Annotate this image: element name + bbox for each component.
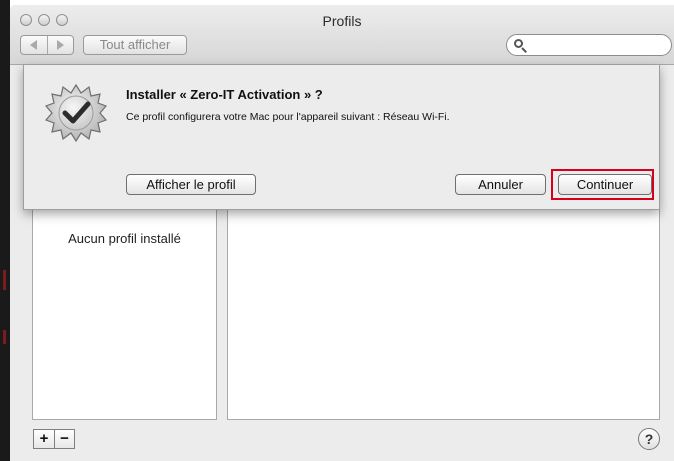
back-button[interactable] <box>21 36 47 54</box>
show-profile-button[interactable]: Afficher le profil <box>126 174 256 195</box>
profile-list[interactable]: Aucun profil installé <box>32 194 217 420</box>
search-icon <box>514 39 528 53</box>
verified-badge-icon <box>44 83 108 143</box>
sheet-title: Installer « Zero-IT Activation » ? <box>126 87 323 102</box>
continue-button[interactable]: Continuer <box>558 174 652 195</box>
search-input[interactable] <box>531 37 665 53</box>
remove-profile-button[interactable]: − <box>54 430 74 448</box>
title-bar: Profils Tout afficher <box>10 5 674 65</box>
sheet-message: Ce profil configurera votre Mac pour l'a… <box>126 111 450 123</box>
navigation-buttons <box>20 35 74 55</box>
install-profile-sheet: Installer « Zero-IT Activation » ? Ce pr… <box>23 65 660 210</box>
profile-detail-pane <box>227 194 660 420</box>
preferences-window: Profils Tout afficher Aucun profil insta… <box>10 5 674 461</box>
search-field[interactable] <box>506 34 672 56</box>
window-title: Profils <box>322 13 362 29</box>
show-all-button[interactable]: Tout afficher <box>83 35 187 55</box>
forward-button[interactable] <box>46 36 73 54</box>
chevron-right-icon <box>56 40 64 50</box>
background-edge <box>0 0 10 461</box>
add-remove-control: + − <box>33 429 75 449</box>
add-profile-button[interactable]: + <box>34 430 54 448</box>
chevron-left-icon <box>30 40 38 50</box>
empty-list-message: Aucun profil installé <box>68 231 181 246</box>
help-button[interactable]: ? <box>638 428 660 450</box>
cancel-button[interactable]: Annuler <box>455 174 546 195</box>
